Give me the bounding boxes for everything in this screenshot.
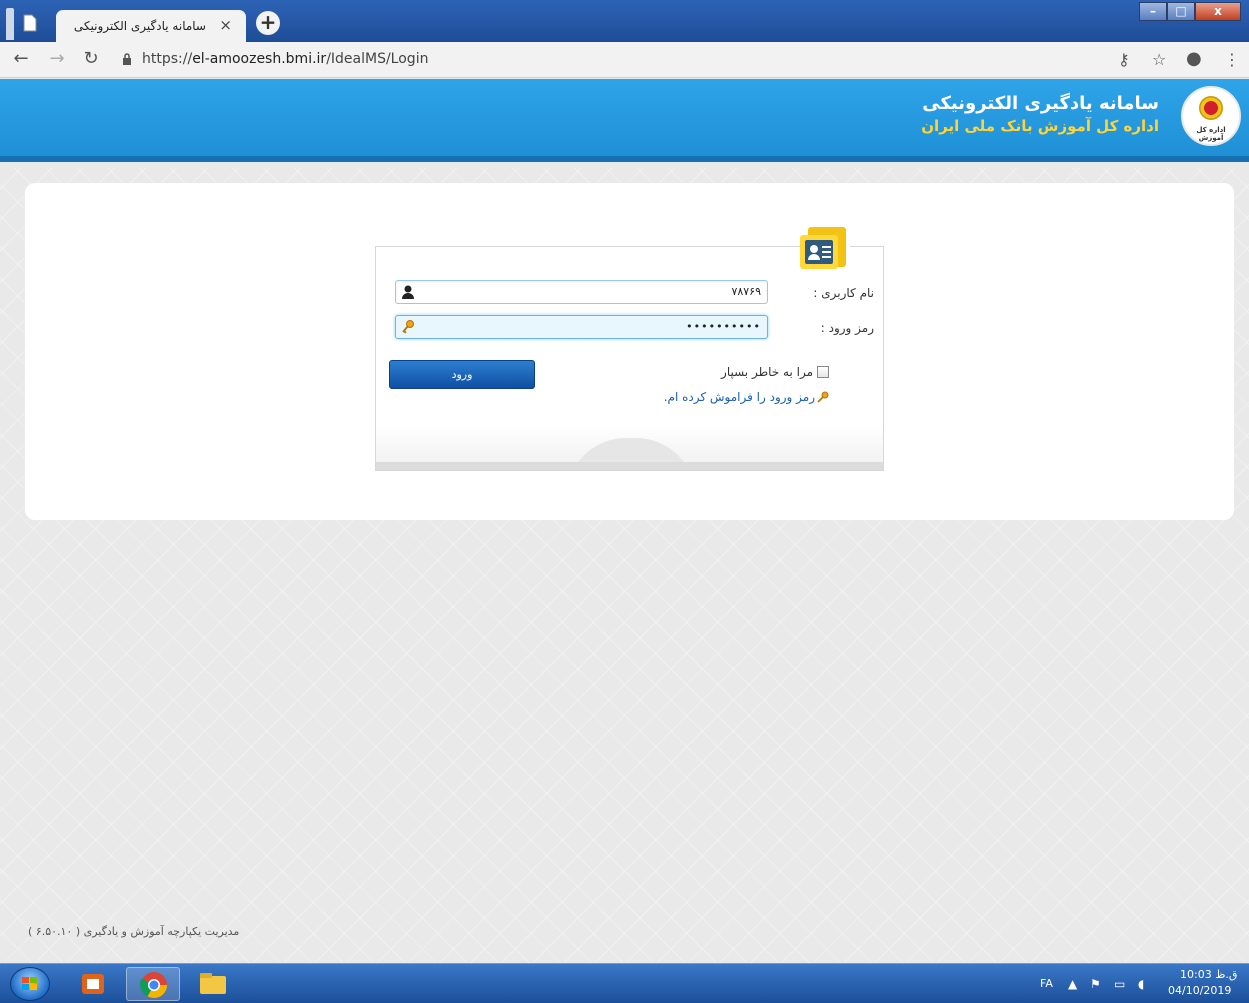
site-header: اداره کل آموزش سامانه یادگیری الکترونیکی… (0, 79, 1249, 162)
action-center-icon[interactable]: ⚑ (1090, 977, 1101, 991)
username-label: نام کاربری : (813, 286, 874, 300)
user-icon (402, 285, 414, 299)
login-panel-border (850, 246, 884, 247)
key-icon[interactable]: ⚷ (1118, 50, 1130, 69)
remember-me[interactable]: مرا به خاطر بسپار (721, 364, 829, 380)
taskbar-app-chrome[interactable] (126, 967, 180, 1001)
lock-icon (123, 53, 131, 65)
key-icon (402, 320, 414, 334)
username-field[interactable]: ۷۸۷۶۹ (395, 280, 768, 304)
key-icon (817, 391, 829, 403)
back-icon[interactable]: ← (10, 48, 32, 70)
close-window-button[interactable]: x (1195, 2, 1241, 21)
account-icon[interactable]: ● (1186, 48, 1202, 69)
close-tab-icon[interactable]: × (219, 16, 232, 34)
address-bar[interactable]: https://el-amoozesh.bmi.ir/IdealMS/Login (112, 48, 1192, 72)
password-value: •••••••••• (686, 320, 761, 333)
remember-label: مرا به خاطر بسپار (721, 365, 813, 379)
login-panel-footer (376, 426, 883, 470)
login-panel-border (375, 246, 800, 247)
login-id-card-icon (800, 227, 848, 271)
remember-checkbox[interactable] (817, 366, 829, 378)
browser-tab-bar: سامانه یادگیری الکترونیکی × + – □ x (0, 0, 1249, 42)
network-icon[interactable]: ▭ (1114, 977, 1125, 991)
site-title: سامانه یادگیری الکترونیکی (922, 93, 1159, 114)
new-tab-button[interactable]: + (256, 11, 280, 35)
login-button[interactable]: ورود (389, 360, 535, 389)
password-field[interactable]: •••••••••• (395, 315, 768, 339)
show-hidden-icons[interactable]: ▲ (1068, 977, 1077, 991)
forgot-password-text: رمز ورود را فراموش کرده ام. (663, 390, 815, 404)
start-button[interactable] (10, 967, 50, 1001)
browser-toolbar: ← → ↻ https://el-amoozesh.bmi.ir/IdealMS… (0, 42, 1249, 78)
menu-icon[interactable]: ⋮ (1224, 50, 1240, 69)
bank-logo: اداره کل آموزش (1181, 86, 1241, 146)
clock-time[interactable]: 10:03 ق.ظ (1180, 968, 1237, 981)
minimize-button[interactable]: – (1139, 2, 1167, 21)
windows-taskbar: FA ▲ ⚑ ▭ ◖ 10:03 ق.ظ 04/10/2019 (0, 963, 1249, 1003)
browser-tab-active[interactable]: سامانه یادگیری الکترونیکی × (56, 10, 246, 42)
forgot-password-link[interactable]: رمز ورود را فراموش کرده ام. (664, 390, 829, 404)
site-subtitle: اداره کل آموزش بانک ملی ایران (921, 117, 1159, 135)
window-controls: – □ x (1139, 2, 1241, 22)
version-footer: مدیریت یکپارچه آموزش و یادگیری ( ۶.۵۰.۱۰… (28, 925, 240, 938)
taskbar-app-media[interactable] (66, 967, 120, 1001)
password-label: رمز ورود : (820, 321, 874, 335)
bank-emblem-icon (1199, 96, 1223, 120)
logo-caption: اداره کل آموزش (1196, 126, 1226, 142)
window-edge (6, 8, 14, 40)
page-icon (22, 14, 40, 36)
reload-icon[interactable]: ↻ (80, 48, 102, 70)
username-value: ۷۸۷۶۹ (731, 285, 761, 298)
volume-icon[interactable]: ◖ (1138, 977, 1144, 991)
language-indicator[interactable]: FA (1040, 977, 1053, 990)
maximize-button[interactable]: □ (1167, 2, 1195, 21)
forward-icon[interactable]: → (46, 48, 68, 70)
tab-title: سامانه یادگیری الکترونیکی (73, 19, 206, 33)
clock-date[interactable]: 04/10/2019 (1168, 984, 1231, 997)
taskbar-app-explorer[interactable] (186, 967, 240, 1001)
star-icon[interactable]: ☆ (1152, 50, 1166, 69)
url-text: https://el-amoozesh.bmi.ir/IdealMS/Login (142, 51, 429, 67)
windows-logo-icon (22, 977, 37, 990)
